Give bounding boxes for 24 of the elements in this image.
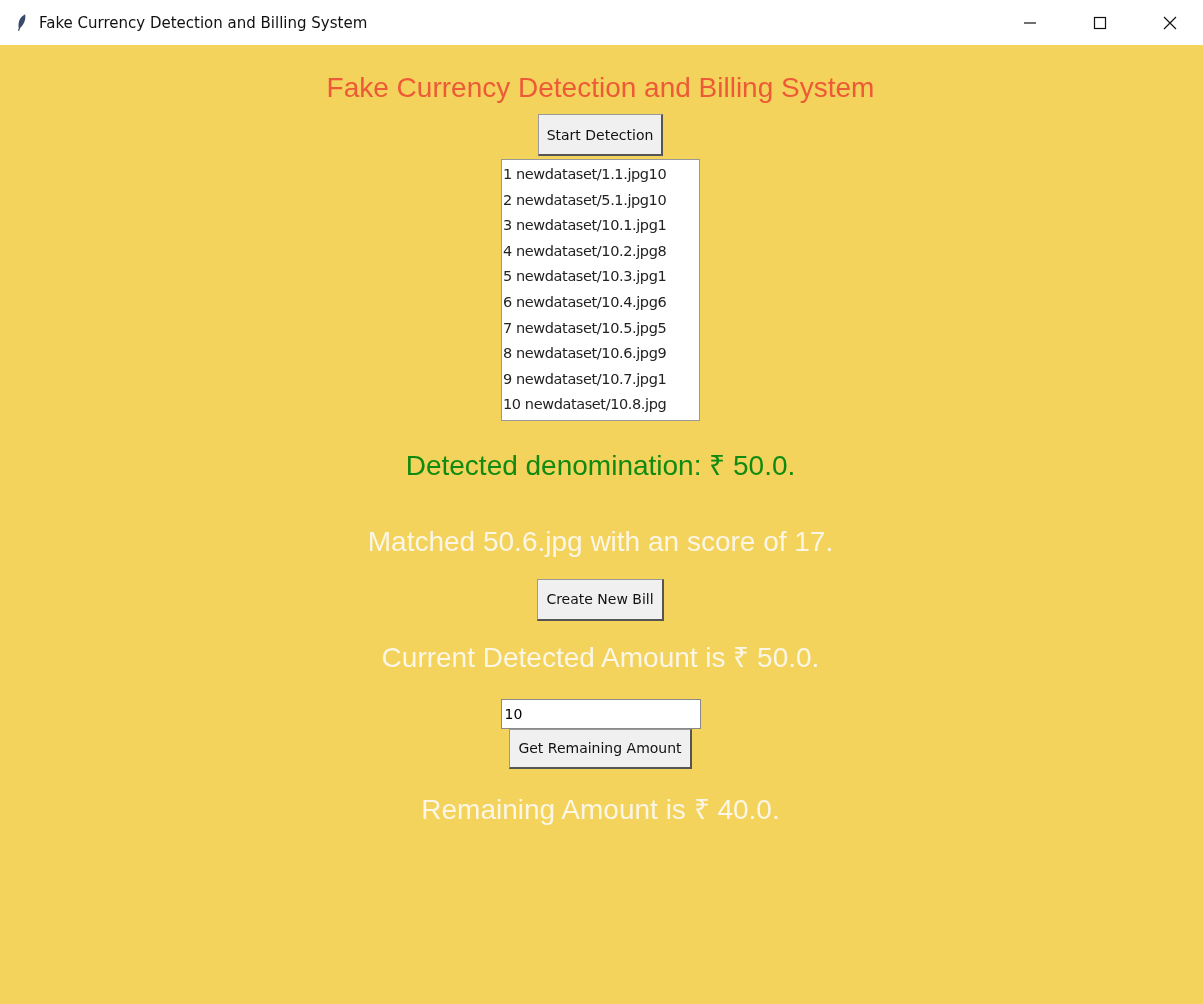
maximize-icon[interactable]: [1093, 15, 1107, 30]
results-listbox[interactable]: [501, 159, 700, 421]
list-item[interactable]: 7 newdataset/10.5.jpg5: [503, 315, 699, 342]
list-item[interactable]: 9 newdataset/10.7.jpg1: [503, 366, 699, 393]
list-item[interactable]: 5 newdataset/10.3.jpg1: [503, 264, 699, 290]
create-bill-button[interactable]: Create New Bill: [537, 578, 664, 621]
current-amount: Current Detected Amount is ₹ 50.0.: [381, 640, 820, 675]
list-item[interactable]: 8 newdataset/10.6.jpg9: [503, 341, 699, 367]
list-item[interactable]: 10 newdataset/10.8.jpg: [503, 392, 699, 418]
start-detection-button[interactable]: Start Detection: [537, 114, 664, 156]
match-result: Matched 50.6.jpg with an score of 17.: [367, 524, 834, 559]
window-title: Fake Currency Detection and Billing System: [39, 13, 368, 32]
amount-field[interactable]: 10: [500, 698, 701, 729]
app-heading: Fake Currency Detection and Billing System: [326, 71, 875, 105]
close-icon[interactable]: [1163, 15, 1177, 30]
list-item[interactable]: 2 newdataset/5.1.jpg10: [503, 187, 699, 214]
list-item[interactable]: 6 newdataset/10.4.jpg6: [503, 289, 699, 316]
remaining-amount-button[interactable]: Get Remaining Amount: [509, 728, 692, 769]
remaining-amount: Remaining Amount is ₹ 40.0.: [421, 792, 780, 827]
list-item[interactable]: 3 newdataset/10.1.jpg1: [503, 213, 699, 239]
detected-denomination: Detected denomination: ₹ 50.0.: [405, 448, 796, 483]
feather-icon: [16, 13, 27, 32]
list-item[interactable]: 1 newdataset/1.1.jpg10: [503, 162, 699, 188]
list-item[interactable]: 4 newdataset/10.2.jpg8: [503, 238, 699, 265]
